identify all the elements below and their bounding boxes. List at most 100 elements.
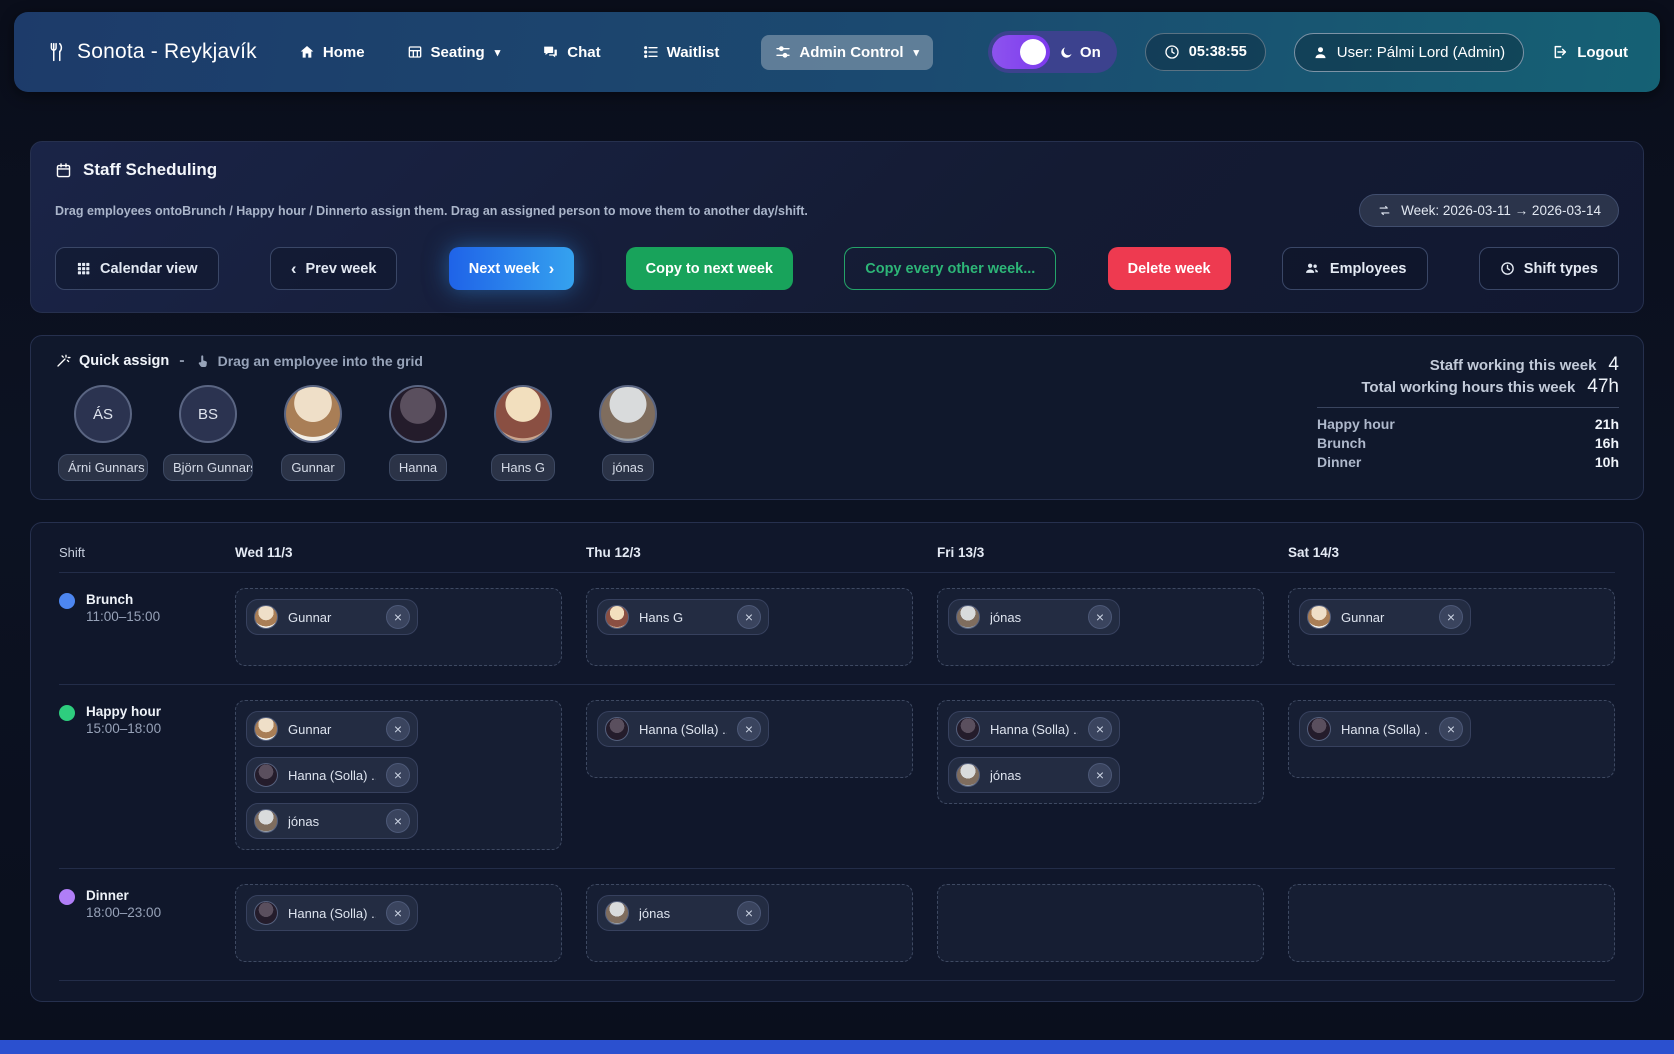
shift-cell[interactable]: Gunnar× Hanna (Solla) ... × jónas × [235, 700, 562, 850]
logout-button[interactable]: Logout [1552, 44, 1628, 61]
shift-cell[interactable] [937, 884, 1264, 962]
assignment-name: jónas [990, 610, 1078, 625]
remove-assignment-button[interactable]: × [386, 763, 410, 787]
remove-assignment-button[interactable]: × [737, 901, 761, 925]
assignment-chip[interactable]: Hanna (Solla) ...× [246, 895, 418, 931]
assignment-chip[interactable]: Hanna (Solla) ...× [1299, 711, 1471, 747]
nav-item-waitlist[interactable]: Waitlist [643, 44, 720, 61]
page-title-row: Staff Scheduling [55, 160, 1619, 180]
remove-assignment-button[interactable]: × [386, 809, 410, 833]
avatar-photo [254, 809, 278, 833]
shift-cell[interactable]: Hanna (Solla) ...× [235, 884, 562, 962]
logout-icon [1552, 44, 1568, 60]
remove-assignment-button[interactable]: × [1439, 605, 1463, 629]
caret-down-icon: ▾ [495, 46, 501, 59]
week-range-label: Week: 2026-03-11 → 2026-03-14 [1401, 203, 1601, 218]
avatar-photo [254, 763, 278, 787]
total-hours-label: Total working hours this week [1361, 379, 1575, 396]
assignment-name: Hanna (Solla) ... [288, 768, 376, 783]
next-week-button[interactable]: Next week › [449, 247, 575, 290]
toggle-state-label: On [1080, 44, 1101, 61]
night-mode-toggle[interactable]: On [988, 31, 1117, 73]
grid-icon [76, 261, 91, 276]
calendar-view-button[interactable]: Calendar view [55, 247, 219, 290]
staff-working-label: Staff working this week [1430, 357, 1597, 374]
avatar-initials: ÁS [74, 385, 132, 443]
assignment-chip[interactable]: Gunnar× [246, 711, 418, 747]
people-icon [1303, 261, 1321, 276]
chevron-right-icon: › [549, 260, 555, 277]
employee-card[interactable]: BSBjörn Gunnars [160, 385, 256, 481]
remove-assignment-button[interactable]: × [1439, 717, 1463, 741]
brand: Sonota - Reykjavík [46, 40, 257, 64]
nav-item-admin-control[interactable]: Admin Control ▾ [761, 35, 933, 70]
assignment-chip[interactable]: Hanna (Solla) ...× [597, 711, 769, 747]
clock-time: 05:38:55 [1189, 44, 1247, 60]
nav-item-home[interactable]: Home [299, 44, 365, 61]
scheduler-toolbar: Calendar view ‹ Prev week Next week › Co… [55, 247, 1619, 290]
shift-time: 15:00–18:00 [86, 721, 161, 736]
prev-week-button[interactable]: ‹ Prev week [270, 247, 398, 290]
remove-assignment-button[interactable]: × [1088, 763, 1112, 787]
shift-column-header: Shift [59, 545, 211, 560]
shift-cell[interactable]: jónas × [937, 588, 1264, 666]
shift-cell[interactable]: Hanna (Solla) ...× [1288, 700, 1615, 778]
employee-card[interactable]: Hanna [370, 385, 466, 481]
shift-color-dot [59, 593, 75, 609]
instructions-text: Drag employees ontoBrunch / Happy hour /… [55, 204, 808, 218]
shift-info: Dinner18:00–23:00 [59, 884, 211, 920]
shift-cell[interactable]: jónas× [586, 884, 913, 962]
assignment-name: jónas [990, 768, 1078, 783]
shift-cell[interactable]: Hanna (Solla) ...× jónas × [937, 700, 1264, 804]
avatar-photo [284, 385, 342, 443]
shift-info: Happy hour 15:00–18:00 [59, 700, 211, 736]
staff-scheduling-card: Staff Scheduling Drag employees ontoBrun… [30, 141, 1644, 313]
remove-assignment-button[interactable]: × [1088, 605, 1112, 629]
shift-cell[interactable]: Gunnar× [235, 588, 562, 666]
shift-cell[interactable]: Gunnar× [1288, 588, 1615, 666]
remove-assignment-button[interactable]: × [737, 717, 761, 741]
assignment-chip[interactable]: jónas× [597, 895, 769, 931]
shift-types-button[interactable]: Shift types [1479, 247, 1619, 290]
shift-cell[interactable] [1288, 884, 1615, 962]
remove-assignment-button[interactable]: × [386, 901, 410, 925]
shift-cell[interactable]: Hans G× [586, 588, 913, 666]
employee-card[interactable]: jónas [580, 385, 676, 481]
hours-by-shift: Happy hour21hBrunch16hDinner10h [1317, 407, 1619, 472]
shift-name: Happy hour [86, 704, 161, 719]
employee-card[interactable]: Hans G [475, 385, 571, 481]
assignment-name: jónas [288, 814, 376, 829]
assignment-chip[interactable]: jónas × [948, 757, 1120, 793]
avatar-photo [605, 605, 629, 629]
copy-next-week-button[interactable]: Copy to next week [626, 247, 793, 290]
assignment-chip[interactable]: jónas × [948, 599, 1120, 635]
assignment-chip[interactable]: Hanna (Solla) ...× [948, 711, 1120, 747]
assignment-chip[interactable]: Gunnar× [1299, 599, 1471, 635]
nav-item-chat[interactable]: Chat [542, 44, 600, 61]
remove-assignment-button[interactable]: × [737, 605, 761, 629]
avatar-photo [956, 605, 980, 629]
toggle-switch[interactable] [992, 35, 1050, 69]
assignment-chip[interactable]: Gunnar× [246, 599, 418, 635]
week-range-badge[interactable]: Week: 2026-03-11 → 2026-03-14 [1359, 194, 1619, 227]
shift-hours-value: 16h [1595, 434, 1619, 453]
quick-assign-card: Quick assign - Drag an employee into the… [30, 335, 1644, 500]
remove-assignment-button[interactable]: × [386, 605, 410, 629]
delete-week-button[interactable]: Delete week [1108, 247, 1231, 290]
employees-button[interactable]: Employees [1282, 247, 1428, 290]
assignment-chip[interactable]: Hans G× [597, 599, 769, 635]
remove-assignment-button[interactable]: × [1088, 717, 1112, 741]
employee-card[interactable]: ÁSÁrni Gunnars [55, 385, 151, 481]
day-column-header: Fri 13/3 [937, 545, 1264, 560]
shift-time: 18:00–23:00 [86, 905, 161, 920]
nav-item-seating[interactable]: Seating ▾ [407, 44, 501, 61]
shift-row: Happy hour 15:00–18:00 Gunnar× Hanna (Solla… [59, 685, 1615, 869]
shift-cell[interactable]: Hanna (Solla) ...× [586, 700, 913, 778]
separator: - [179, 352, 184, 370]
assignment-chip[interactable]: jónas × [246, 803, 418, 839]
employee-card[interactable]: Gunnar [265, 385, 361, 481]
assignment-chip[interactable]: Hanna (Solla) ... × [246, 757, 418, 793]
remove-assignment-button[interactable]: × [386, 717, 410, 741]
schedule-header-row: ShiftWed 11/3Thu 12/3Fri 13/3Sat 14/3 [59, 529, 1615, 573]
copy-every-other-week-button[interactable]: Copy every other week... [844, 247, 1056, 290]
